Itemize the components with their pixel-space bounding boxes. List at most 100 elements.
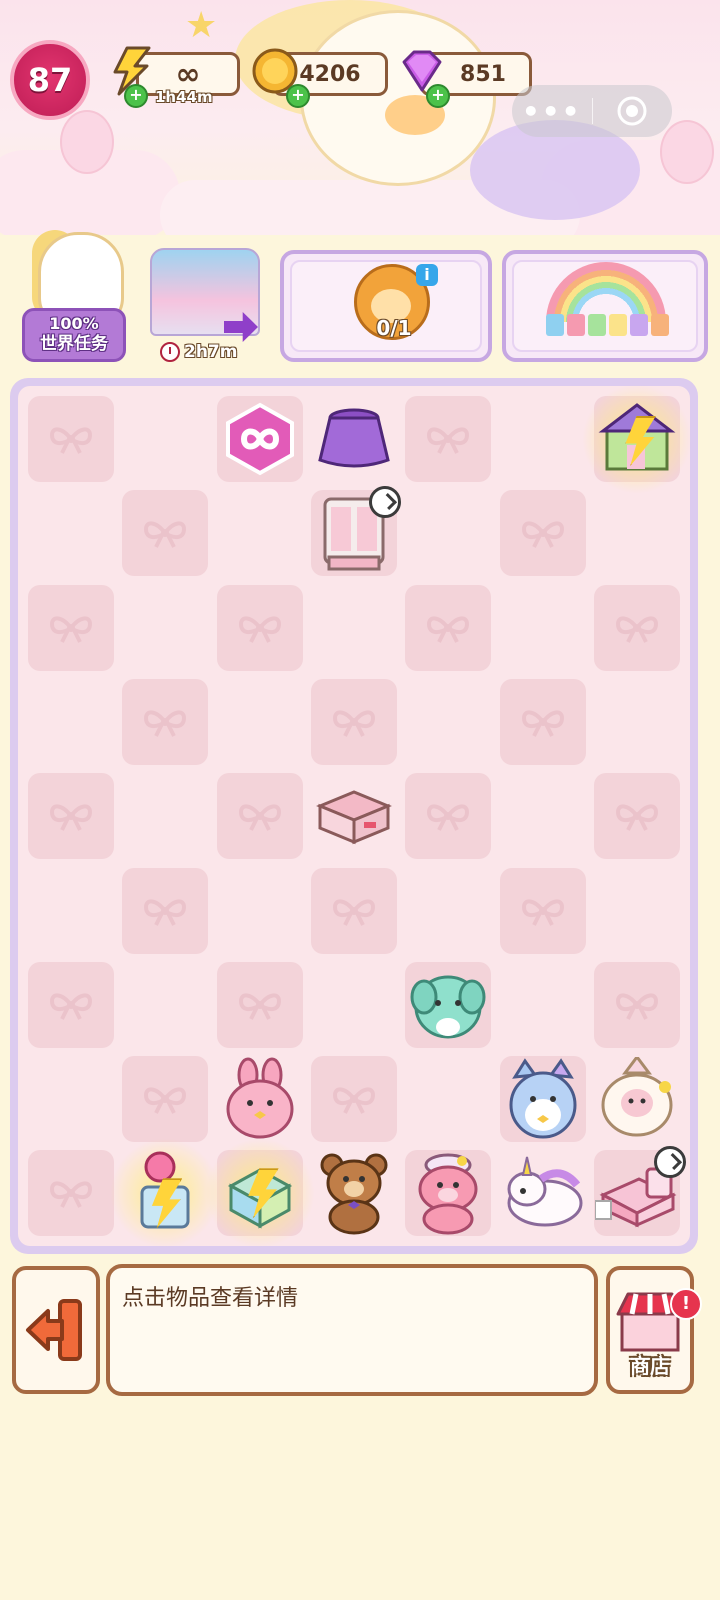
board-cell[interactable]	[593, 1146, 686, 1237]
board-cell[interactable]	[499, 867, 586, 954]
board-cell[interactable]	[28, 773, 114, 860]
board-cell[interactable]	[594, 868, 680, 954]
gem-value: 851	[460, 61, 506, 87]
board-cell[interactable]	[204, 1138, 315, 1249]
add-coins-icon[interactable]: +	[286, 84, 310, 108]
board-cell[interactable]	[499, 678, 586, 765]
board-cell[interactable]	[122, 773, 208, 859]
balloon-energy-generator-icon[interactable]	[110, 1138, 221, 1249]
board-cell[interactable]	[405, 584, 492, 671]
close-program-icon[interactable]	[593, 94, 673, 128]
board-cell[interactable]	[216, 584, 303, 671]
pink-bunny-plush-icon[interactable]	[217, 1056, 303, 1142]
board-cell[interactable]	[122, 585, 208, 671]
board-grid	[18, 384, 692, 1249]
board-cell[interactable]	[311, 1150, 397, 1236]
infinity-energy-token-icon[interactable]	[217, 396, 303, 482]
board-cell[interactable]	[500, 396, 586, 482]
exit-arrow-icon	[26, 1299, 82, 1361]
board-cell[interactable]	[405, 490, 491, 576]
board-cell[interactable]	[110, 1138, 221, 1249]
board-cell[interactable]	[216, 961, 303, 1048]
unicorn-plush-icon[interactable]	[500, 1150, 586, 1236]
board-cell[interactable]	[499, 490, 586, 577]
board-cell[interactable]	[28, 1150, 114, 1237]
board-cell[interactable]	[310, 867, 397, 954]
energy-refill-timer: 1h44m	[155, 88, 213, 106]
coin-value: 4206	[299, 61, 361, 87]
board-cell[interactable]	[310, 486, 401, 577]
board-cell[interactable]	[122, 396, 208, 482]
event-park-button[interactable]: 2h7m	[146, 242, 262, 364]
board-cell[interactable]	[311, 962, 397, 1048]
board-cell[interactable]	[28, 396, 114, 482]
board-cell[interactable]	[594, 1056, 680, 1142]
board-cell[interactable]	[593, 584, 680, 671]
board-cell[interactable]	[28, 868, 114, 954]
board-cell[interactable]	[405, 773, 492, 860]
board-cell[interactable]	[28, 584, 114, 671]
sheep-plush-icon[interactable]	[594, 1056, 680, 1142]
board-cell[interactable]	[28, 490, 114, 576]
board-cell[interactable]	[28, 679, 114, 765]
board-cell[interactable]	[405, 1150, 492, 1237]
pink-bed-icon[interactable]	[594, 1146, 686, 1236]
board-cell[interactable]	[217, 679, 303, 765]
world-task-button[interactable]: 100% 世界任务	[18, 222, 130, 364]
board-cell[interactable]	[28, 961, 114, 1048]
board-cell[interactable]	[594, 490, 680, 576]
shop-button[interactable]: ! 商店	[606, 1266, 702, 1394]
board-cell[interactable]	[499, 1056, 586, 1143]
board-cell[interactable]	[500, 962, 586, 1048]
board-cell[interactable]	[405, 679, 491, 765]
board-cell[interactable]	[405, 1056, 491, 1142]
board-cell[interactable]	[594, 679, 680, 765]
board-cell[interactable]	[405, 868, 491, 954]
board-cell[interactable]	[217, 868, 303, 954]
info-icon[interactable]: i	[416, 264, 438, 286]
shop-label: 商店	[630, 1354, 670, 1378]
energy-value: ∞	[175, 56, 201, 92]
board-cell[interactable]	[500, 773, 586, 859]
pink-teddy-bear-icon[interactable]	[405, 1150, 491, 1236]
wardrobe-icon[interactable]	[311, 486, 401, 576]
board-cell[interactable]	[593, 773, 680, 860]
gift-box-energy-generator-icon[interactable]	[204, 1138, 315, 1249]
pink-drawer-icon[interactable]	[311, 773, 397, 859]
board-cell[interactable]	[311, 585, 397, 671]
gift-reward-panel[interactable]	[502, 250, 708, 362]
mint-elephant-plush-icon[interactable]	[405, 962, 491, 1048]
board-cell[interactable]	[122, 678, 209, 765]
board-cell[interactable]	[216, 396, 303, 482]
player-level-badge[interactable]: 87	[10, 40, 90, 120]
exit-button[interactable]	[12, 1266, 100, 1394]
board-cell[interactable]	[593, 961, 680, 1048]
more-options-icon[interactable]: •••	[512, 95, 592, 128]
board-cell[interactable]	[28, 1056, 114, 1142]
add-gems-icon[interactable]: +	[426, 84, 450, 108]
purple-skirt-icon[interactable]	[311, 396, 397, 482]
order-progress: 0/1	[376, 316, 412, 340]
board-cell[interactable]	[311, 773, 397, 859]
board-cell[interactable]	[310, 1056, 397, 1143]
board-cell[interactable]	[122, 490, 209, 577]
board-cell[interactable]	[217, 490, 303, 576]
board-cell[interactable]	[217, 1056, 303, 1142]
blue-cat-plush-icon[interactable]	[500, 1056, 586, 1142]
board-cell[interactable]	[310, 678, 397, 765]
board-cell[interactable]	[581, 384, 692, 494]
board-cell[interactable]	[405, 396, 492, 482]
board-cell[interactable]	[122, 962, 208, 1048]
board-cell[interactable]	[122, 867, 209, 954]
board-cell[interactable]	[500, 1150, 586, 1236]
board-cell[interactable]	[122, 1056, 209, 1143]
brown-teddy-bear-icon[interactable]	[311, 1150, 397, 1236]
board-cell[interactable]	[311, 396, 397, 482]
order-panel[interactable]: i 0/1	[280, 250, 492, 362]
add-energy-icon[interactable]: +	[124, 84, 148, 108]
mini-program-capsule[interactable]: •••	[512, 85, 672, 137]
board-cell[interactable]	[405, 961, 492, 1048]
board-cell[interactable]	[216, 773, 303, 860]
house-energy-generator-icon[interactable]	[581, 384, 692, 494]
board-cell[interactable]	[500, 585, 586, 671]
